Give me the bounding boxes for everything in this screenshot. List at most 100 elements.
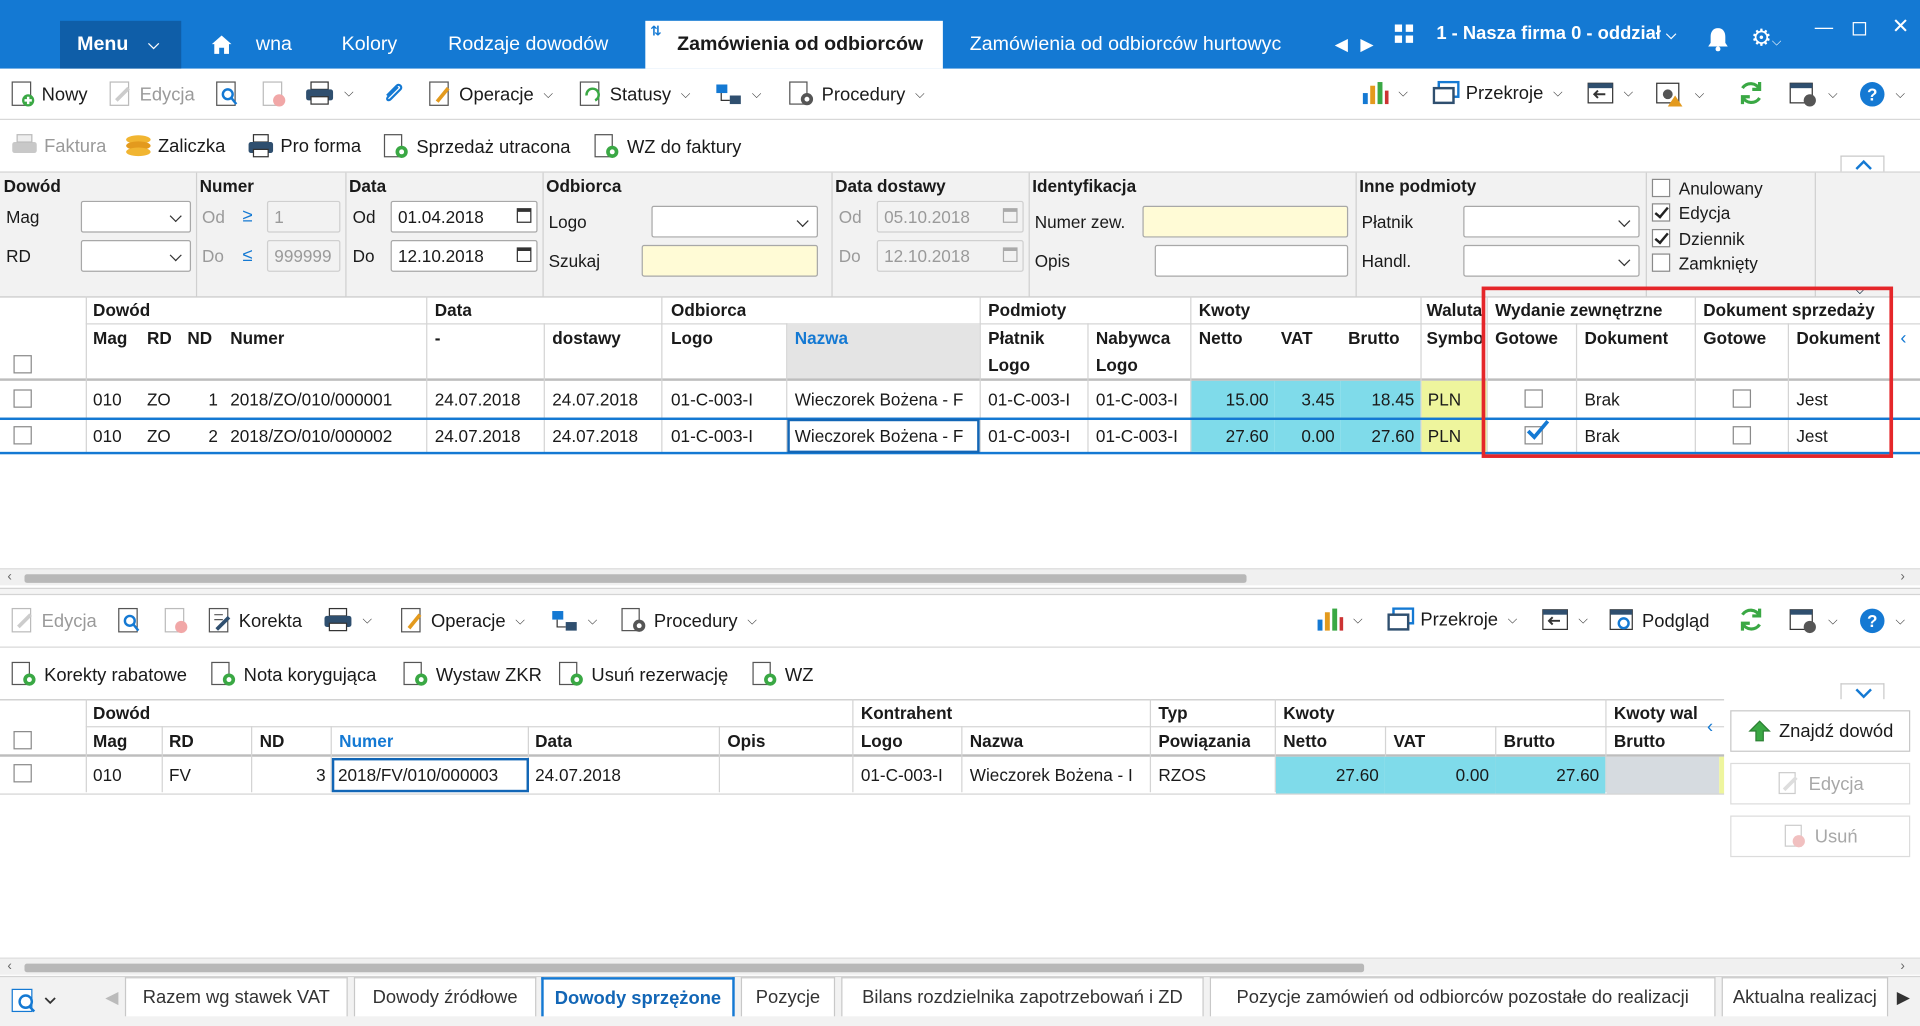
scrollbar-thumb[interactable]	[24, 963, 1365, 973]
col-logo[interactable]: Logo	[861, 731, 903, 751]
settings-warning-button[interactable]: ⌵	[1656, 81, 1704, 108]
edycja-detail-button[interactable]: Edycja	[11, 607, 97, 634]
col-netto[interactable]: Netto	[1199, 328, 1243, 348]
scroll-left-icon[interactable]: ‹	[7, 569, 11, 584]
col-symbol[interactable]: Symbo	[1427, 328, 1482, 348]
col-brutto-wal[interactable]: Brutto	[1614, 731, 1665, 751]
dd-od-input[interactable]: 05.10.2018	[876, 200, 1024, 233]
operacje-button[interactable]: Operacje ⌵	[429, 81, 553, 108]
close-icon[interactable]: ✕	[1892, 15, 1909, 39]
data-od-input[interactable]: 01.04.2018	[390, 200, 538, 233]
export-detail-button[interactable]: ⌵	[1542, 607, 1588, 631]
chart-button[interactable]: ⌵	[1362, 81, 1408, 105]
expand-detail-button[interactable]	[1840, 683, 1885, 700]
cell-nazwa-focused[interactable]: Wieczorek Bożena - F	[787, 418, 980, 454]
workflow-detail-button[interactable]: ⌵	[551, 607, 597, 634]
korekty-rabatowe-button[interactable]: Korekty rabatowe	[11, 661, 187, 688]
attachment-button[interactable]	[381, 81, 405, 105]
col-mag[interactable]: Mag	[93, 731, 127, 751]
tab-pozycje-zamowien[interactable]: Pozycje zamówień od odbiorców pozostałe …	[1209, 977, 1716, 1017]
refresh-button[interactable]	[1736, 78, 1765, 107]
opis-input[interactable]	[1154, 244, 1349, 277]
col-rd[interactable]: RD	[169, 731, 194, 751]
home-icon[interactable]	[211, 33, 233, 55]
znajdz-dowod-button[interactable]: Znajdź dowód	[1730, 710, 1911, 752]
row-checkbox[interactable]	[13, 426, 32, 445]
wystaw-zkr-button[interactable]: Wystaw ZKR	[403, 661, 542, 688]
menu-button[interactable]: Menu ⌵	[60, 20, 182, 69]
usun-side-button[interactable]: Usuń	[1730, 815, 1911, 858]
procedury-button[interactable]: Procedury ⌵	[789, 81, 924, 108]
scroll-columns-left-icon[interactable]: ‹	[1707, 716, 1713, 737]
numer-zew-input[interactable]	[1142, 205, 1349, 238]
tab-wna[interactable]: wna	[256, 21, 292, 69]
col-platnik[interactable]: Płatnik	[988, 328, 1044, 348]
statusy-button[interactable]: Statusy ⌵	[579, 81, 690, 108]
preview-button[interactable]	[216, 81, 240, 108]
company-selector[interactable]: 1 - Nasza firma 0 - oddział ⌵	[1436, 21, 1676, 49]
collapse-filter-button[interactable]	[1840, 155, 1885, 172]
view-settings-button[interactable]: ⌵	[1789, 81, 1837, 108]
col-numer[interactable]: Numer	[339, 731, 393, 751]
export-button[interactable]: ⌵	[1587, 81, 1633, 105]
scrollbar-thumb[interactable]	[24, 574, 1247, 583]
rd-select[interactable]	[80, 240, 192, 272]
operacje-detail-button[interactable]: Operacje ⌵	[400, 607, 525, 634]
tab-pozycje[interactable]: Pozycje	[740, 977, 836, 1017]
tab-zamowienia-od-odbiorcow[interactable]: ⇅ Zamówienia od odbiorców	[645, 20, 943, 69]
numer-do-input[interactable]: 999999	[266, 240, 341, 272]
wz-do-faktury-button[interactable]: WZ do faktury	[594, 133, 741, 160]
tab-zamowienia-hurtowe[interactable]: Zamówienia od odbiorców hurtowyc	[970, 21, 1310, 69]
row-checkbox[interactable]	[13, 764, 32, 783]
col-nazwa[interactable]: Nazwa	[970, 731, 1023, 751]
tab-dowody-zrodlowe[interactable]: Dowody źródłowe	[353, 977, 537, 1017]
scroll-right-icon[interactable]: ›	[1900, 569, 1904, 584]
tab-rodzaje-dowodow[interactable]: Rodzaje dowodów	[448, 21, 608, 69]
scroll-columns-left-icon[interactable]: ‹	[1900, 328, 1906, 349]
col-data[interactable]: Data	[535, 731, 572, 751]
dd-do-input[interactable]: 12.10.2018	[876, 240, 1024, 272]
col-logo[interactable]: Logo	[671, 328, 713, 348]
tabs-scroll-right-icon[interactable]: ▶	[1897, 987, 1910, 1008]
col-nd[interactable]: ND	[187, 328, 212, 348]
col-nabywca[interactable]: Nabywca	[1096, 328, 1170, 348]
delete-detail-button[interactable]	[164, 607, 188, 634]
minimize-icon[interactable]: —	[1815, 17, 1833, 38]
col-brutto[interactable]: Brutto	[1504, 731, 1555, 751]
usun-rezerwacje-button[interactable]: Usuń rezerwację	[558, 661, 728, 688]
calendar-icon[interactable]	[1002, 208, 1018, 223]
tab-razem-vat[interactable]: Razem wg stawek VAT	[124, 977, 348, 1017]
col-brutto[interactable]: Brutto	[1348, 328, 1399, 348]
help-detail-button[interactable]: ? ⌵	[1859, 607, 1905, 634]
scroll-right-icon[interactable]: ›	[1900, 959, 1904, 974]
col-nabywca-logo[interactable]: Logo	[1096, 355, 1138, 375]
view-settings-detail-button[interactable]: ⌵	[1789, 607, 1837, 634]
tab-scroll-left-icon[interactable]: ◀	[1335, 34, 1348, 55]
podglad-button[interactable]: Podgląd	[1609, 607, 1709, 634]
col-mag[interactable]: Mag	[93, 328, 127, 348]
row-checkbox[interactable]	[13, 389, 32, 408]
col-data[interactable]: -	[435, 328, 441, 348]
delete-button[interactable]	[262, 81, 286, 108]
col-vat[interactable]: VAT	[1281, 328, 1313, 348]
scroll-left-icon[interactable]: ‹	[7, 959, 11, 974]
procedury-detail-button[interactable]: Procedury ⌵	[621, 607, 757, 634]
col-dostawy[interactable]: dostawy	[552, 328, 621, 348]
faktura-button[interactable]: Faktura	[11, 133, 106, 157]
detail-horizontal-scrollbar[interactable]: ‹ ›	[0, 957, 1920, 975]
korekta-button[interactable]: Korekta	[208, 607, 302, 634]
select-all-checkbox[interactable]	[13, 731, 32, 750]
handl-select[interactable]	[1463, 244, 1640, 277]
grid-horizontal-scrollbar[interactable]: ‹ ›	[0, 568, 1920, 586]
col-opis[interactable]: Opis	[727, 731, 765, 751]
refresh-detail-button[interactable]	[1736, 605, 1765, 634]
nota-korygujaca-button[interactable]: Nota korygująca	[211, 661, 376, 688]
help-button[interactable]: ? ⌵	[1859, 81, 1905, 108]
print-detail-button[interactable]: ⌵	[323, 607, 372, 632]
przekroje-button[interactable]: Przekroje ⌵	[1432, 80, 1562, 105]
grid-apps-icon[interactable]	[1394, 24, 1415, 44]
mag-select[interactable]	[80, 200, 192, 233]
tab-kolory[interactable]: Kolory	[342, 21, 398, 69]
col-numer[interactable]: Numer	[230, 328, 284, 348]
wz-button[interactable]: WZ	[752, 661, 813, 688]
